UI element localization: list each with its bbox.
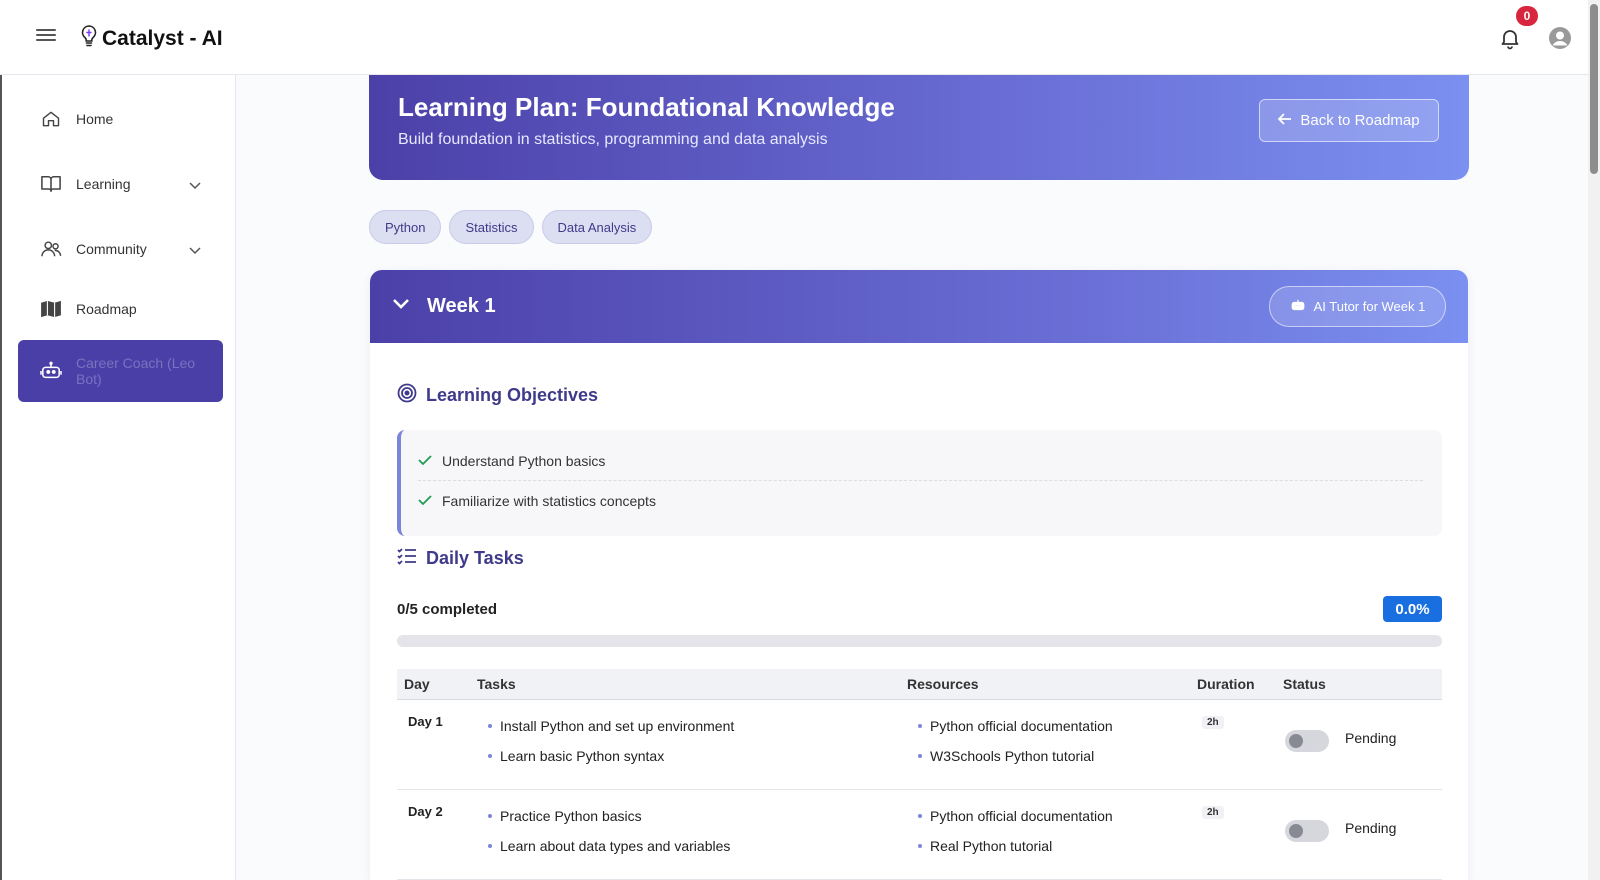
objective-item: Understand Python basics bbox=[418, 441, 1423, 481]
week-header[interactable]: Week 1 AI Tutor for Week 1 bbox=[370, 270, 1468, 343]
task-item: Learn about data types and variables bbox=[488, 838, 730, 868]
status-toggle[interactable] bbox=[1285, 730, 1329, 752]
objectives-heading: Learning Objectives bbox=[397, 383, 598, 408]
back-button-label: Back to Roadmap bbox=[1300, 112, 1420, 129]
home-icon bbox=[40, 108, 62, 130]
top-bar: Catalyst - AI 0 bbox=[0, 0, 1600, 75]
sidebar-item-learning[interactable]: Learning bbox=[18, 155, 223, 213]
sidebar-item-label: Roadmap bbox=[76, 301, 137, 317]
objective-item: Familiarize with statistics concepts bbox=[418, 481, 1423, 521]
resource-item[interactable]: Python official documentation bbox=[918, 718, 1113, 748]
sidebar-item-roadmap[interactable]: Roadmap bbox=[18, 280, 223, 338]
ai-tutor-button[interactable]: AI Tutor for Week 1 bbox=[1269, 286, 1446, 327]
sidebar: Home Learning Community Roadmap Career C… bbox=[0, 75, 236, 880]
menu-icon[interactable] bbox=[36, 26, 56, 46]
status-text: Pending bbox=[1345, 730, 1397, 746]
progress-bar bbox=[397, 635, 1442, 647]
task-list: Practice Python basics Learn about data … bbox=[488, 808, 730, 868]
col-day: Day bbox=[404, 676, 430, 692]
bell-icon[interactable] bbox=[1498, 26, 1522, 50]
book-icon bbox=[40, 173, 62, 195]
tasks-table: Day Tasks Resources Duration Status Day … bbox=[397, 669, 1442, 880]
duration-badge: 2h bbox=[1202, 806, 1224, 819]
back-to-roadmap-button[interactable]: Back to Roadmap bbox=[1259, 99, 1439, 142]
avatar[interactable] bbox=[1548, 26, 1572, 50]
resource-item[interactable]: Python official documentation bbox=[918, 808, 1113, 838]
objective-text: Understand Python basics bbox=[442, 452, 606, 469]
col-status: Status bbox=[1283, 676, 1326, 692]
objective-text: Familiarize with statistics concepts bbox=[442, 493, 656, 509]
sidebar-item-label: Home bbox=[76, 111, 114, 127]
day-label: Day 2 bbox=[408, 804, 443, 819]
task-item: Learn basic Python syntax bbox=[488, 748, 734, 778]
tag-data-analysis[interactable]: Data Analysis bbox=[541, 210, 653, 244]
list-check-icon bbox=[397, 547, 417, 570]
resource-item[interactable]: W3Schools Python tutorial bbox=[918, 748, 1113, 778]
page-subtitle: Build foundation in statistics, programm… bbox=[398, 131, 828, 148]
chevron-down-icon[interactable] bbox=[189, 177, 201, 195]
tasks-title: Daily Tasks bbox=[426, 548, 524, 568]
week-title: Week 1 bbox=[427, 295, 496, 317]
resource-item[interactable]: Real Python tutorial bbox=[918, 838, 1113, 868]
task-list: Install Python and set up environment Le… bbox=[488, 718, 734, 778]
robot-icon bbox=[1290, 298, 1306, 315]
robot-icon bbox=[40, 360, 62, 382]
sidebar-item-label: Community bbox=[76, 241, 147, 257]
progress-percent-badge: 0.0% bbox=[1383, 596, 1442, 622]
col-tasks: Tasks bbox=[477, 676, 516, 692]
sidebar-item-label: Learning bbox=[76, 176, 131, 192]
brand[interactable]: Catalyst - AI bbox=[80, 24, 223, 53]
sidebar-item-community[interactable]: Community bbox=[18, 220, 223, 278]
users-icon bbox=[40, 238, 62, 260]
sidebar-item-label: Career Coach (Leo Bot) bbox=[76, 355, 196, 387]
brand-name: Catalyst - AI bbox=[102, 26, 223, 50]
check-icon bbox=[418, 493, 432, 509]
task-item: Practice Python basics bbox=[488, 808, 730, 838]
target-icon bbox=[397, 383, 417, 408]
page-scrollbar[interactable] bbox=[1588, 0, 1600, 880]
tag-statistics[interactable]: Statistics bbox=[449, 210, 534, 244]
task-item: Install Python and set up environment bbox=[488, 718, 734, 748]
tasks-heading: Daily Tasks bbox=[397, 547, 524, 570]
table-row: Day 2 Practice Python basics Learn about… bbox=[397, 790, 1442, 880]
status-toggle[interactable] bbox=[1285, 820, 1329, 842]
chevron-down-icon[interactable] bbox=[189, 242, 201, 260]
table-row: Day 1 Install Python and set up environm… bbox=[397, 700, 1442, 790]
tag-python[interactable]: Python bbox=[369, 210, 442, 244]
progress-text: 0/5 completed bbox=[397, 601, 498, 618]
notification-badge: 0 bbox=[1516, 6, 1538, 26]
table-header: Day Tasks Resources Duration Status bbox=[397, 669, 1442, 700]
check-icon bbox=[418, 453, 432, 469]
resource-list: Python official documentation W3Schools … bbox=[918, 718, 1113, 778]
scrollbar-thumb[interactable] bbox=[1590, 4, 1598, 174]
resource-list: Python official documentation Real Pytho… bbox=[918, 808, 1113, 868]
map-icon bbox=[40, 298, 62, 320]
col-resources: Resources bbox=[907, 676, 979, 692]
week-card: Week 1 AI Tutor for Week 1 Learning Obje… bbox=[370, 270, 1468, 880]
ai-tutor-label: AI Tutor for Week 1 bbox=[1313, 299, 1426, 314]
duration-badge: 2h bbox=[1202, 716, 1224, 729]
col-duration: Duration bbox=[1197, 676, 1255, 692]
sidebar-item-career-coach[interactable]: Career Coach (Leo Bot) bbox=[18, 340, 223, 402]
objectives-list: Understand Python basics Familiarize wit… bbox=[397, 430, 1442, 536]
objectives-title: Learning Objectives bbox=[426, 385, 599, 405]
chevron-down-icon[interactable] bbox=[392, 297, 410, 315]
page-title: Learning Plan: Foundational Knowledge bbox=[398, 92, 895, 122]
sidebar-item-home[interactable]: Home bbox=[18, 90, 223, 148]
status-text: Pending bbox=[1345, 820, 1397, 836]
lightbulb-icon bbox=[80, 24, 98, 53]
day-label: Day 1 bbox=[408, 714, 443, 729]
topic-tags: Python Statistics Data Analysis bbox=[369, 210, 653, 244]
arrow-left-icon bbox=[1278, 112, 1292, 129]
plan-header: Learning Plan: Foundational Knowledge Bu… bbox=[369, 75, 1469, 180]
